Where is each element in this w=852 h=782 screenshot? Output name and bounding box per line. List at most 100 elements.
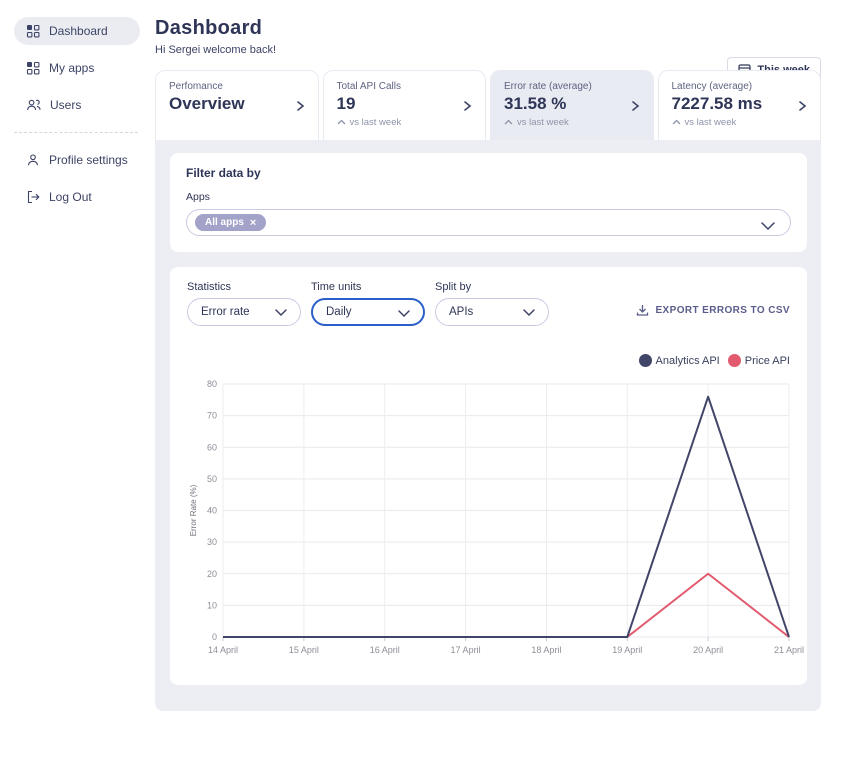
sidebar-item-users[interactable]: Users bbox=[14, 91, 140, 119]
sidebar-item-label: Log Out bbox=[49, 190, 92, 204]
statistics-select[interactable]: Error rate bbox=[187, 298, 301, 326]
statistics-value: Error rate bbox=[201, 306, 250, 318]
stat-card-error-rate[interactable]: Error rate (average) 31.58 % vs last wee… bbox=[490, 70, 654, 140]
stat-card-label: Error rate (average) bbox=[504, 81, 640, 92]
chart-controls: Statistics Error rate Time units Daily bbox=[187, 281, 790, 326]
svg-text:21 April: 21 April bbox=[774, 645, 804, 655]
svg-text:0: 0 bbox=[212, 632, 217, 642]
stat-card-total-api-calls[interactable]: Total API Calls 19 vs last week bbox=[323, 70, 487, 140]
sidebar-item-label: Profile settings bbox=[49, 153, 128, 167]
statistics-group: Statistics Error rate bbox=[187, 281, 301, 326]
svg-text:17 April: 17 April bbox=[451, 645, 481, 655]
apps-field-label: Apps bbox=[186, 191, 791, 203]
caret-up-icon bbox=[337, 117, 346, 128]
svg-text:40: 40 bbox=[207, 506, 217, 516]
sidebar-item-my-apps[interactable]: My apps bbox=[14, 54, 140, 82]
legend-dot bbox=[639, 354, 652, 367]
stat-card-value: Overview bbox=[169, 94, 305, 114]
trend-indicator: vs last week bbox=[337, 117, 473, 128]
content-panel: Filter data by Apps All apps × Statistic… bbox=[155, 140, 821, 711]
welcome-message: Hi Sergei welcome back! bbox=[155, 44, 821, 56]
legend-label: Analytics API bbox=[656, 355, 720, 367]
error-rate-chart: 0 10 20 30 40 50 60 70 80 14 April 15 April 16 Apri… bbox=[187, 372, 790, 667]
grid-icon bbox=[26, 24, 40, 38]
sidebar-item-profile-settings[interactable]: Profile settings bbox=[14, 146, 140, 174]
split-by-value: APIs bbox=[449, 306, 473, 318]
chevron-down-icon bbox=[760, 218, 776, 236]
chevron-down-icon bbox=[274, 308, 288, 320]
sidebar-item-label: Dashboard bbox=[49, 24, 108, 38]
caret-up-icon bbox=[504, 117, 513, 128]
sidebar-divider bbox=[14, 132, 138, 133]
chevron-right-icon bbox=[798, 99, 807, 117]
svg-text:20: 20 bbox=[207, 569, 217, 579]
time-units-select[interactable]: Daily bbox=[311, 298, 425, 326]
download-icon bbox=[636, 304, 649, 317]
page-title: Dashboard bbox=[155, 17, 821, 40]
svg-text:60: 60 bbox=[207, 442, 217, 452]
sidebar: Dashboard My apps Users Profile settings… bbox=[0, 0, 150, 220]
stat-cards-row: Perfomance Overview Total API Calls 19 v… bbox=[155, 70, 821, 140]
trend-label: vs last week bbox=[517, 117, 569, 128]
svg-text:50: 50 bbox=[207, 474, 217, 484]
logout-icon bbox=[26, 190, 40, 204]
main-content: Dashboard Hi Sergei welcome back! This w… bbox=[155, 0, 821, 711]
all-apps-chip[interactable]: All apps × bbox=[195, 214, 266, 231]
stat-card-label: Perfomance bbox=[169, 81, 305, 92]
time-units-label: Time units bbox=[311, 281, 425, 293]
chart-legend: Analytics API Price API bbox=[187, 354, 790, 367]
svg-text:18 April: 18 April bbox=[531, 645, 561, 655]
sidebar-item-label: My apps bbox=[49, 61, 94, 75]
export-csv-link[interactable]: EXPORT ERRORS TO CSV bbox=[636, 304, 790, 317]
legend-item-price-api[interactable]: Price API bbox=[728, 354, 790, 367]
svg-text:19 April: 19 April bbox=[612, 645, 642, 655]
trend-label: vs last week bbox=[350, 117, 402, 128]
export-csv-label: EXPORT ERRORS TO CSV bbox=[655, 305, 790, 316]
svg-text:10: 10 bbox=[207, 600, 217, 610]
line-chart-canvas: 0 10 20 30 40 50 60 70 80 14 April 15 April 16 Apri… bbox=[187, 372, 807, 662]
statistics-label: Statistics bbox=[187, 281, 301, 293]
trend-indicator: vs last week bbox=[672, 117, 808, 128]
stat-card-label: Total API Calls bbox=[337, 81, 473, 92]
chart-card: Statistics Error rate Time units Daily bbox=[170, 267, 807, 685]
legend-dot bbox=[728, 354, 741, 367]
sidebar-item-dashboard[interactable]: Dashboard bbox=[14, 17, 140, 45]
chevron-right-icon bbox=[631, 99, 640, 117]
sidebar-item-label: Users bbox=[50, 98, 81, 112]
chevron-down-icon bbox=[397, 309, 411, 321]
split-by-select[interactable]: APIs bbox=[435, 298, 549, 326]
sidebar-item-log-out[interactable]: Log Out bbox=[14, 183, 140, 211]
trend-label: vs last week bbox=[685, 117, 737, 128]
filter-title: Filter data by bbox=[186, 166, 791, 180]
chevron-right-icon bbox=[463, 99, 472, 117]
time-units-value: Daily bbox=[326, 306, 352, 318]
svg-text:30: 30 bbox=[207, 537, 217, 547]
svg-text:Error Rate (%): Error Rate (%) bbox=[189, 484, 198, 536]
svg-text:16 April: 16 April bbox=[370, 645, 400, 655]
stat-card-value: 7227.58 ms bbox=[672, 94, 808, 114]
stat-card-value: 19 bbox=[337, 94, 473, 114]
split-by-group: Split by APIs bbox=[435, 281, 549, 326]
stat-card-performance[interactable]: Perfomance Overview bbox=[155, 70, 319, 140]
person-icon bbox=[26, 153, 40, 167]
stat-card-value: 31.58 % bbox=[504, 94, 640, 114]
apps-multi-select[interactable]: All apps × bbox=[186, 209, 791, 236]
svg-text:80: 80 bbox=[207, 379, 217, 389]
stat-card-label: Latency (average) bbox=[672, 81, 808, 92]
caret-up-icon bbox=[672, 117, 681, 128]
legend-item-analytics-api[interactable]: Analytics API bbox=[639, 354, 720, 367]
close-icon[interactable]: × bbox=[250, 218, 256, 228]
svg-text:20 April: 20 April bbox=[693, 645, 723, 655]
trend-indicator: vs last week bbox=[504, 117, 640, 128]
chevron-right-icon bbox=[296, 99, 305, 117]
svg-text:14 April: 14 April bbox=[208, 645, 238, 655]
svg-text:70: 70 bbox=[207, 411, 217, 421]
chevron-down-icon bbox=[522, 308, 536, 320]
time-units-group: Time units Daily bbox=[311, 281, 425, 326]
chip-label: All apps bbox=[205, 217, 244, 228]
legend-label: Price API bbox=[745, 355, 790, 367]
svg-text:15 April: 15 April bbox=[289, 645, 319, 655]
split-by-label: Split by bbox=[435, 281, 549, 293]
stat-card-latency[interactable]: Latency (average) 7227.58 ms vs last wee… bbox=[658, 70, 822, 140]
filter-card: Filter data by Apps All apps × bbox=[170, 153, 807, 252]
